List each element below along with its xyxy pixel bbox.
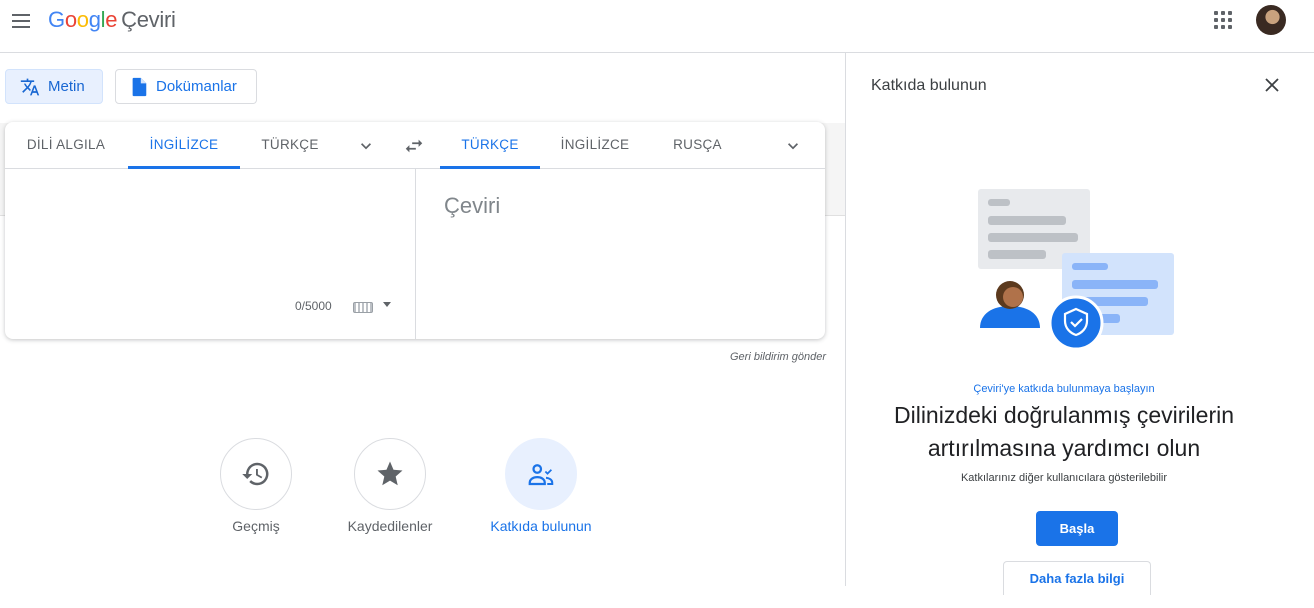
keyboard-icon[interactable]: [353, 302, 373, 313]
saved-button[interactable]: Kaydedilenler: [320, 438, 460, 534]
source-lang-turkish[interactable]: TÜRKÇE: [240, 122, 340, 169]
target-lang-russian[interactable]: RUSÇA: [650, 122, 745, 169]
language-bar: DİLİ ALGILA İNGİLİZCE TÜRKÇE TÜRKÇE İNGİ…: [5, 122, 825, 169]
translate-icon: [20, 77, 40, 97]
character-count: 0/5000: [295, 299, 332, 313]
text-mode-label: Metin: [48, 78, 85, 95]
lang-label: RUSÇA: [673, 137, 722, 152]
close-icon[interactable]: [1264, 77, 1280, 93]
text-mode-button[interactable]: Metin: [5, 69, 103, 104]
documents-mode-label: Dokümanlar: [156, 78, 237, 95]
history-circle: [220, 438, 292, 510]
source-lang-more-chevron-down-icon[interactable]: [356, 136, 376, 156]
contribute-illustration: [978, 189, 1174, 351]
target-lang-turkish[interactable]: TÜRKÇE: [440, 122, 540, 169]
panel-note: Katkılarınız diğer kullanıcılara gösteri…: [960, 472, 1168, 484]
target-lang-more-chevron-down-icon[interactable]: [783, 136, 803, 156]
logo-letter: e: [105, 7, 118, 32]
logo-letter: G: [48, 7, 65, 32]
start-button[interactable]: Başla: [1036, 511, 1118, 546]
menu-icon[interactable]: [10, 10, 32, 32]
logo-letter: o: [76, 7, 89, 32]
history-button[interactable]: Geçmiş: [186, 438, 326, 534]
panel-title: Katkıda bulunun: [871, 77, 987, 94]
target-lang-english[interactable]: İNGİLİZCE: [545, 122, 645, 169]
documents-mode-button[interactable]: Dokümanlar: [115, 69, 257, 104]
lang-label: TÜRKÇE: [461, 137, 519, 152]
document-icon: [130, 77, 148, 97]
panel-heading: Dilinizdeki doğrulanmış çevirilerin artı…: [893, 402, 1234, 461]
target-panel: Çeviri: [416, 169, 825, 339]
product-name: Çeviri: [121, 7, 176, 32]
lang-label: İNGİLİZCE: [560, 137, 630, 152]
contribute-button[interactable]: Katkıda bulunun: [471, 438, 611, 534]
saved-label: Kaydedilenler: [347, 518, 433, 534]
logo-letter: g: [88, 7, 101, 32]
swap-languages-icon[interactable]: [403, 135, 425, 157]
lang-label: TÜRKÇE: [261, 137, 319, 152]
star-icon: [377, 461, 403, 486]
contribute-side-panel: Katkıda bulunun Çeviri'ye katkıda bulunm…: [845, 53, 1281, 595]
learn-more-button[interactable]: Daha fazla bilgi: [1003, 561, 1151, 595]
logo-letter: o: [64, 7, 77, 32]
contribute-icon: [528, 464, 554, 486]
source-panel: 0/5000: [5, 169, 415, 339]
translate-card: DİLİ ALGILA İNGİLİZCE TÜRKÇE TÜRKÇE İNGİ…: [5, 122, 825, 339]
lang-label: DİLİ ALGILA: [26, 137, 106, 152]
lang-label: İNGİLİZCE: [149, 137, 219, 152]
saved-circle: [354, 438, 426, 510]
history-label: Geçmiş: [232, 518, 280, 534]
source-lang-detect[interactable]: DİLİ ALGILA: [5, 122, 127, 169]
app-header: Google Çeviri: [0, 0, 1314, 53]
keyboard-dropdown-icon[interactable]: [383, 302, 391, 307]
panel-subtitle: Çeviri'ye katkıda bulunmaya başlayın: [973, 383, 1155, 395]
apps-grid-icon[interactable]: [1214, 11, 1232, 29]
google-translate-logo[interactable]: Google Çeviri: [48, 7, 176, 33]
feedback-link[interactable]: Geri bildirim gönder: [730, 351, 826, 363]
source-lang-english[interactable]: İNGİLİZCE: [128, 122, 240, 169]
translation-placeholder: Çeviri: [444, 193, 501, 218]
avatar[interactable]: [1256, 5, 1286, 35]
history-icon: [242, 462, 269, 486]
contribute-circle: [505, 438, 577, 510]
contribute-label: Katkıda bulunun: [490, 518, 592, 534]
source-text-input[interactable]: [5, 169, 415, 289]
